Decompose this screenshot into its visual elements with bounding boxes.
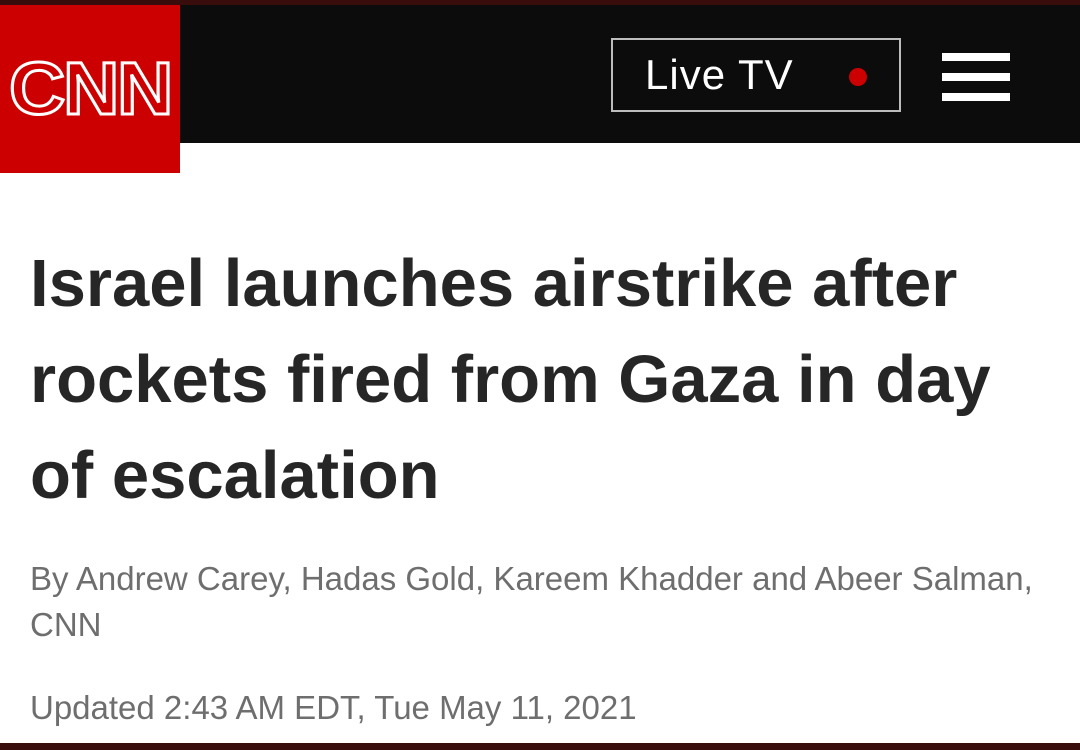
- logo-text: CNN: [7, 47, 174, 130]
- live-tv-button[interactable]: Live TV: [611, 38, 901, 112]
- live-tv-label: Live TV: [645, 51, 794, 98]
- menu-bar-top: [942, 53, 1010, 61]
- updated-timestamp: Updated 2:43 AM EDT, Tue May 11, 2021: [30, 689, 637, 726]
- page: Live TV CNN Israel launches airstrike af…: [0, 0, 1080, 750]
- byline: By Andrew Carey, Hadas Gold, Kareem Khad…: [30, 560, 1033, 643]
- headline: Israel launches airstrike after rockets …: [30, 246, 991, 513]
- cnn-logo[interactable]: CNN: [0, 5, 180, 173]
- menu-bar-middle: [942, 73, 1010, 81]
- live-dot-icon: [849, 68, 867, 86]
- hamburger-menu-icon[interactable]: [942, 53, 1010, 103]
- menu-bar-bottom: [942, 93, 1010, 101]
- bottom-border: [0, 743, 1080, 750]
